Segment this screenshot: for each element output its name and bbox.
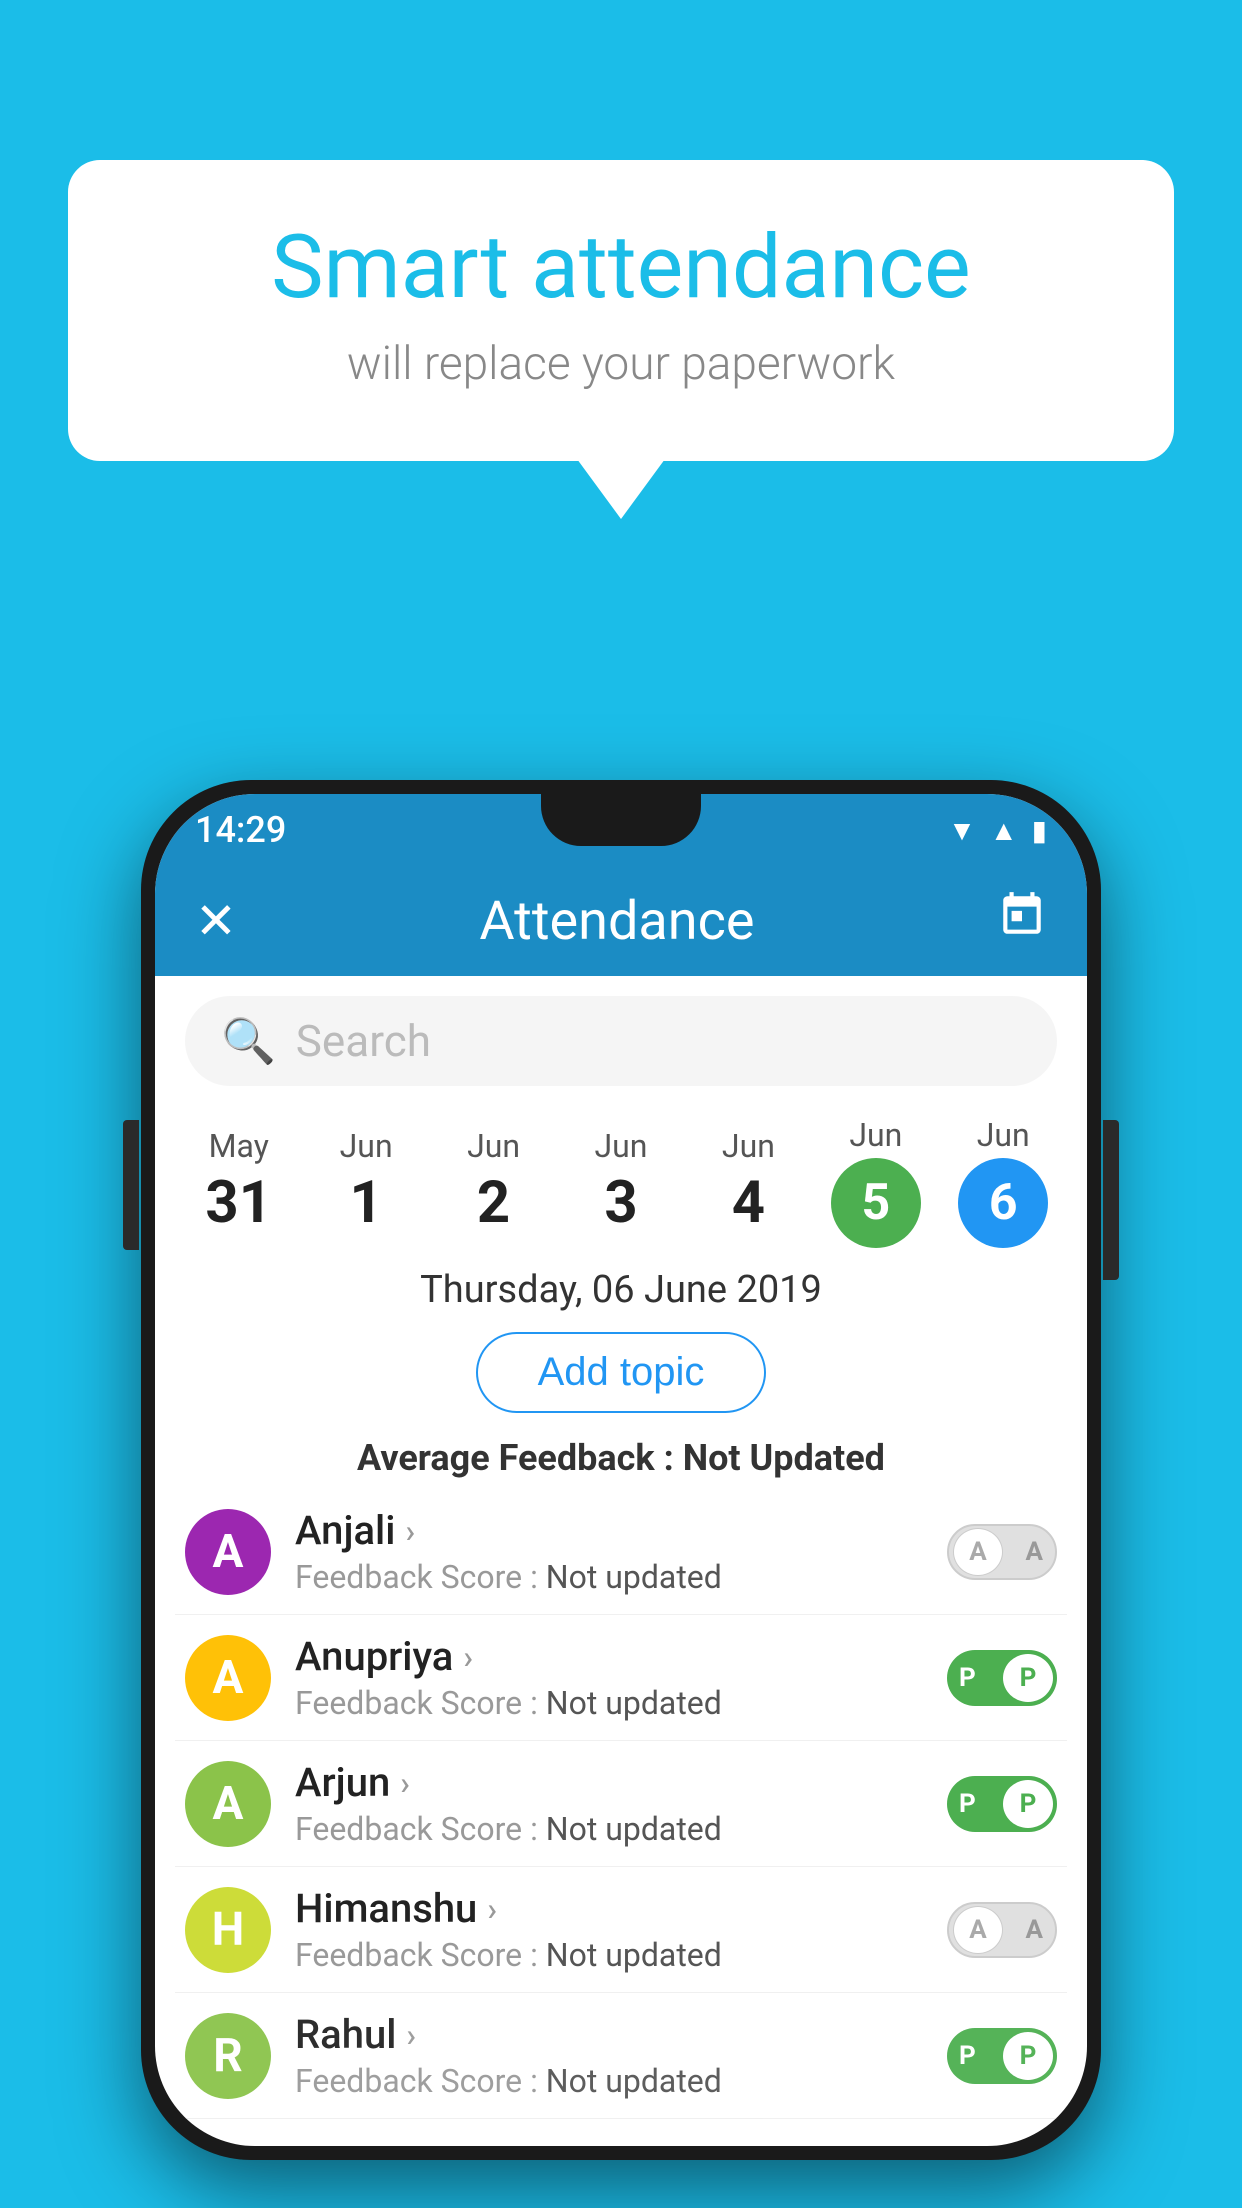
date-month: Jun xyxy=(340,1127,393,1165)
avatar: A xyxy=(185,1635,271,1721)
avg-feedback-label: Average Feedback : xyxy=(357,1437,683,1479)
phone-screen: 14:29 ▼ ▲ ▮ ✕ Attendance 🔍 xyxy=(155,794,1087,2146)
student-list: AAnjali ›Feedback Score : Not updatedAAA… xyxy=(155,1489,1087,2119)
student-info: Anupriya › Feedback Score : Not updated xyxy=(295,1633,923,1722)
student-item[interactable]: R Rahul › Feedback Score : Not updated PP xyxy=(175,1993,1067,2119)
date-item[interactable]: Jun 2 xyxy=(436,1127,552,1237)
speech-bubble: Smart attendance will replace your paper… xyxy=(68,160,1174,461)
avg-feedback: Average Feedback : Not Updated xyxy=(155,1423,1087,1489)
chevron-right-icon: › xyxy=(463,1638,473,1676)
date-item[interactable]: Jun 4 xyxy=(690,1127,806,1237)
student-item[interactable]: H Himanshu › Feedback Score : Not updated A… xyxy=(175,1867,1067,1993)
date-month: Jun xyxy=(977,1116,1030,1154)
app-bar: ✕ Attendance xyxy=(155,866,1087,976)
app-bar-title: Attendance xyxy=(479,890,754,953)
phone-notch xyxy=(541,794,701,846)
student-info: Anjali › Feedback Score : Not updated xyxy=(295,1507,923,1596)
date-item[interactable]: Jun 5 xyxy=(818,1116,934,1248)
bubble-title: Smart attendance xyxy=(148,220,1094,317)
date-item[interactable]: Jun 3 xyxy=(563,1127,679,1237)
attendance-toggle[interactable]: PP xyxy=(947,1650,1057,1706)
student-info: Arjun › Feedback Score : Not updated xyxy=(295,1759,923,1848)
toggle-knob: P xyxy=(1003,2032,1053,2080)
attendance-toggle[interactable]: PP xyxy=(947,2028,1057,2084)
student-info: Rahul › Feedback Score : Not updated xyxy=(295,2011,923,2100)
toggle-knob: P xyxy=(1003,1780,1053,1828)
avatar: R xyxy=(185,2013,271,2099)
bubble-subtitle: will replace your paperwork xyxy=(148,337,1094,391)
status-time: 14:29 xyxy=(195,809,286,851)
toggle-label: P xyxy=(959,2041,976,2071)
student-feedback: Feedback Score : Not updated xyxy=(295,1684,923,1722)
date-number: 5 xyxy=(831,1158,921,1248)
close-button[interactable]: ✕ xyxy=(195,892,237,951)
wifi-icon: ▼ xyxy=(948,814,976,847)
date-number: 6 xyxy=(958,1158,1048,1248)
date-number: 31 xyxy=(205,1169,272,1237)
student-feedback: Feedback Score : Not updated xyxy=(295,2062,923,2100)
chevron-right-icon: › xyxy=(405,1512,415,1550)
date-month: Jun xyxy=(849,1116,902,1154)
date-number: 1 xyxy=(349,1169,382,1237)
status-icons: ▼ ▲ ▮ xyxy=(948,814,1047,847)
toggle-knob: P xyxy=(1003,1654,1053,1702)
phone-outer: 14:29 ▼ ▲ ▮ ✕ Attendance 🔍 xyxy=(141,780,1101,2160)
student-info: Himanshu › Feedback Score : Not updated xyxy=(295,1885,923,1974)
avatar: H xyxy=(185,1887,271,1973)
toggle-knob: A xyxy=(953,1906,1003,1954)
chevron-right-icon: › xyxy=(400,1764,410,1802)
student-feedback: Feedback Score : Not updated xyxy=(295,1810,923,1848)
avg-feedback-value: Not Updated xyxy=(683,1437,885,1479)
student-item[interactable]: AAnjali ›Feedback Score : Not updatedAA xyxy=(175,1489,1067,1615)
toggle-label: A xyxy=(1026,1915,1043,1945)
toggle-knob: A xyxy=(953,1528,1003,1576)
date-row: May 31 Jun 1 Jun 2 Jun 3 Jun 4 Jun 5 Jun 6 xyxy=(155,1106,1087,1248)
student-feedback: Feedback Score : Not updated xyxy=(295,1558,923,1596)
avatar: A xyxy=(185,1509,271,1595)
phone-container: 14:29 ▼ ▲ ▮ ✕ Attendance 🔍 xyxy=(141,780,1101,2160)
search-input[interactable]: Search xyxy=(296,1015,431,1067)
student-name: Himanshu › xyxy=(295,1885,923,1932)
date-month: Jun xyxy=(467,1127,520,1165)
attendance-toggle[interactable]: AA xyxy=(947,1524,1057,1580)
date-number: 3 xyxy=(604,1169,637,1237)
search-icon: 🔍 xyxy=(221,1015,276,1067)
student-name: Rahul › xyxy=(295,2011,923,2058)
date-item[interactable]: Jun 6 xyxy=(945,1116,1061,1248)
student-feedback: Feedback Score : Not updated xyxy=(295,1936,923,1974)
student-name: Arjun › xyxy=(295,1759,923,1806)
add-topic-button[interactable]: Add topic xyxy=(476,1332,767,1413)
chevron-right-icon: › xyxy=(406,2016,416,2054)
attendance-toggle[interactable]: PP xyxy=(947,1776,1057,1832)
date-month: May xyxy=(209,1127,269,1165)
student-name: Anupriya › xyxy=(295,1633,923,1680)
student-item[interactable]: A Anupriya › Feedback Score : Not updated P… xyxy=(175,1615,1067,1741)
date-month: Jun xyxy=(594,1127,647,1165)
toggle-label: A xyxy=(1026,1537,1043,1567)
date-item[interactable]: Jun 1 xyxy=(308,1127,424,1237)
avatar: A xyxy=(185,1761,271,1847)
student-item[interactable]: A Arjun › Feedback Score : Not updated PP xyxy=(175,1741,1067,1867)
attendance-toggle[interactable]: AA xyxy=(947,1902,1057,1958)
date-number: 4 xyxy=(732,1169,765,1237)
battery-icon: ▮ xyxy=(1032,814,1047,847)
toggle-label: P xyxy=(959,1789,976,1819)
date-item[interactable]: May 31 xyxy=(181,1127,297,1237)
toggle-label: P xyxy=(959,1663,976,1693)
signal-icon: ▲ xyxy=(990,814,1018,847)
date-month: Jun xyxy=(722,1127,775,1165)
chevron-right-icon: › xyxy=(487,1890,497,1928)
search-bar[interactable]: 🔍 Search xyxy=(185,996,1057,1086)
calendar-button[interactable] xyxy=(997,890,1047,953)
student-name: Anjali › xyxy=(295,1507,923,1554)
selected-date: Thursday, 06 June 2019 xyxy=(155,1248,1087,1322)
date-number: 2 xyxy=(477,1169,510,1237)
